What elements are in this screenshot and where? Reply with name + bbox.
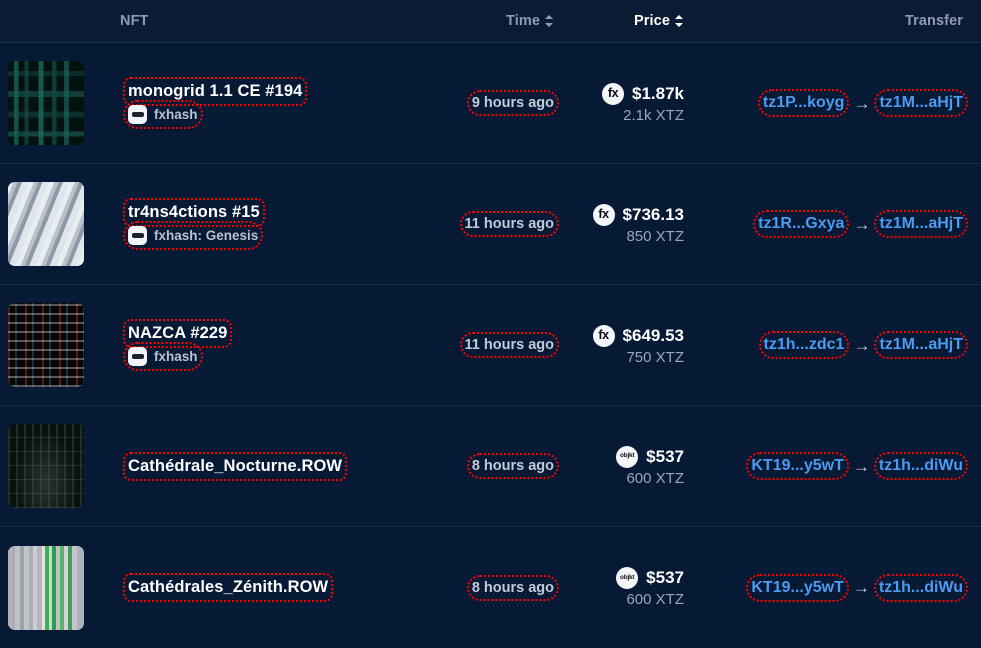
transfer-cell: KT19...y5wT → tz1h...diWu	[690, 457, 981, 475]
time-value: 8 hours ago	[472, 458, 554, 474]
price-cell: fx $736.13 850 XTZ	[560, 204, 690, 245]
price-xtz: 600 XTZ	[626, 591, 684, 608]
price-usd: $649.53	[623, 326, 684, 346]
table-row[interactable]: NAZCA #229 fxhash 11 hours ago fx $649.5…	[0, 285, 981, 406]
nft-title[interactable]: tr4ns4ctions #15	[128, 203, 260, 222]
table-header-row: NFT Time Price Transfer	[0, 0, 981, 43]
transfer-to-address[interactable]: tz1M...aHjT	[879, 215, 963, 233]
time-value: 8 hours ago	[472, 580, 554, 596]
price-usd: $736.13	[623, 205, 684, 225]
nft-platform[interactable]: fxhash	[128, 105, 198, 124]
nft-title[interactable]: Cathédrales_Zénith.ROW	[128, 578, 328, 597]
price-usd: $1.87k	[632, 84, 684, 104]
time-value: 9 hours ago	[472, 95, 554, 111]
sort-updown-icon[interactable]	[545, 14, 554, 28]
price-cell: fx $1.87k 2.1k XTZ	[560, 83, 690, 124]
nft-cell[interactable]: Cathédrale_Nocturne.ROW	[0, 424, 440, 508]
table-row[interactable]: monogrid 1.1 CE #194 fxhash 9 hours ago …	[0, 43, 981, 164]
column-header-transfer: Transfer	[690, 12, 981, 30]
column-header-transfer-label: Transfer	[905, 13, 963, 29]
time-value: 11 hours ago	[465, 337, 554, 353]
transfer-from-address[interactable]: tz1R...Gxya	[758, 215, 844, 233]
column-header-time-label: Time	[506, 13, 540, 29]
price-xtz: 2.1k XTZ	[623, 107, 684, 124]
fxhash-badge-icon: fx	[593, 204, 615, 226]
nft-thumbnail[interactable]	[8, 182, 84, 266]
transfer-cell: KT19...y5wT → tz1h...diWu	[690, 579, 981, 597]
price-xtz: 850 XTZ	[626, 228, 684, 245]
table-row[interactable]: Cathédrales_Zénith.ROW 8 hours ago objkt…	[0, 527, 981, 648]
table-row[interactable]: tr4ns4ctions #15 fxhash: Genesis 11 hour…	[0, 164, 981, 285]
fxhash-logo-icon	[128, 347, 147, 366]
arrow-right-icon: →	[853, 216, 870, 233]
time-cell: 9 hours ago	[440, 95, 560, 111]
objkt-badge-icon: objkt	[616, 567, 638, 589]
transfer-cell: tz1P...koyg → tz1M...aHjT	[690, 94, 981, 112]
nft-cell[interactable]: tr4ns4ctions #15 fxhash: Genesis	[0, 182, 440, 266]
arrow-right-icon: →	[853, 337, 870, 354]
nft-platform-label: fxhash	[154, 107, 198, 122]
price-cell: objkt $537 600 XTZ	[560, 446, 690, 487]
sort-updown-icon[interactable]	[675, 14, 684, 28]
nft-title[interactable]: NAZCA #229	[128, 324, 227, 343]
transfer-cell: tz1h...zdc1 → tz1M...aHjT	[690, 336, 981, 354]
nft-thumbnail[interactable]	[8, 546, 84, 630]
transfer-from-address[interactable]: KT19...y5wT	[751, 457, 843, 475]
time-cell: 11 hours ago	[440, 337, 560, 353]
column-header-nft: NFT	[0, 12, 440, 30]
objkt-badge-icon: objkt	[616, 446, 638, 468]
nft-platform-label: fxhash: Genesis	[154, 228, 258, 243]
price-cell: fx $649.53 750 XTZ	[560, 325, 690, 366]
nft-thumbnail[interactable]	[8, 61, 84, 145]
transfer-from-address[interactable]: tz1h...zdc1	[764, 336, 845, 354]
transfer-cell: tz1R...Gxya → tz1M...aHjT	[690, 215, 981, 233]
nft-platform[interactable]: fxhash: Genesis	[128, 226, 258, 245]
table-row[interactable]: Cathédrale_Nocturne.ROW 8 hours ago objk…	[0, 406, 981, 527]
transfer-from-address[interactable]: tz1P...koyg	[763, 94, 845, 112]
time-cell: 8 hours ago	[440, 580, 560, 596]
column-header-nft-label: NFT	[120, 13, 149, 29]
nft-platform-label: fxhash	[154, 349, 198, 364]
nft-cell[interactable]: NAZCA #229 fxhash	[0, 303, 440, 387]
price-usd: $537	[646, 447, 684, 467]
time-cell: 8 hours ago	[440, 458, 560, 474]
fxhash-badge-icon: fx	[602, 83, 624, 105]
nft-thumbnail[interactable]	[8, 303, 84, 387]
transfer-to-address[interactable]: tz1h...diWu	[879, 579, 963, 597]
arrow-right-icon: →	[853, 95, 870, 112]
transfer-from-address[interactable]: KT19...y5wT	[751, 579, 843, 597]
nft-platform[interactable]: fxhash	[128, 347, 198, 366]
transfer-to-address[interactable]: tz1M...aHjT	[879, 94, 963, 112]
fxhash-badge-icon: fx	[593, 325, 615, 347]
fxhash-logo-icon	[128, 226, 147, 245]
nft-cell[interactable]: Cathédrales_Zénith.ROW	[0, 546, 440, 630]
arrow-right-icon: →	[853, 458, 870, 475]
column-header-price-label: Price	[634, 13, 670, 29]
arrow-right-icon: →	[853, 579, 870, 596]
table-body: monogrid 1.1 CE #194 fxhash 9 hours ago …	[0, 43, 981, 648]
price-usd: $537	[646, 568, 684, 588]
nft-title[interactable]: monogrid 1.1 CE #194	[128, 82, 302, 101]
price-xtz: 750 XTZ	[626, 349, 684, 366]
time-value: 11 hours ago	[465, 216, 554, 232]
fxhash-logo-icon	[128, 105, 147, 124]
nft-cell[interactable]: monogrid 1.1 CE #194 fxhash	[0, 61, 440, 145]
price-xtz: 600 XTZ	[626, 470, 684, 487]
transfer-to-address[interactable]: tz1M...aHjT	[879, 336, 963, 354]
nft-sales-table: NFT Time Price Transfer monogrid 1.1 C	[0, 0, 981, 648]
column-header-time[interactable]: Time	[440, 12, 560, 30]
nft-title[interactable]: Cathédrale_Nocturne.ROW	[128, 457, 342, 476]
nft-thumbnail[interactable]	[8, 424, 84, 508]
price-cell: objkt $537 600 XTZ	[560, 567, 690, 608]
column-header-price[interactable]: Price	[560, 12, 690, 30]
transfer-to-address[interactable]: tz1h...diWu	[879, 457, 963, 475]
time-cell: 11 hours ago	[440, 216, 560, 232]
